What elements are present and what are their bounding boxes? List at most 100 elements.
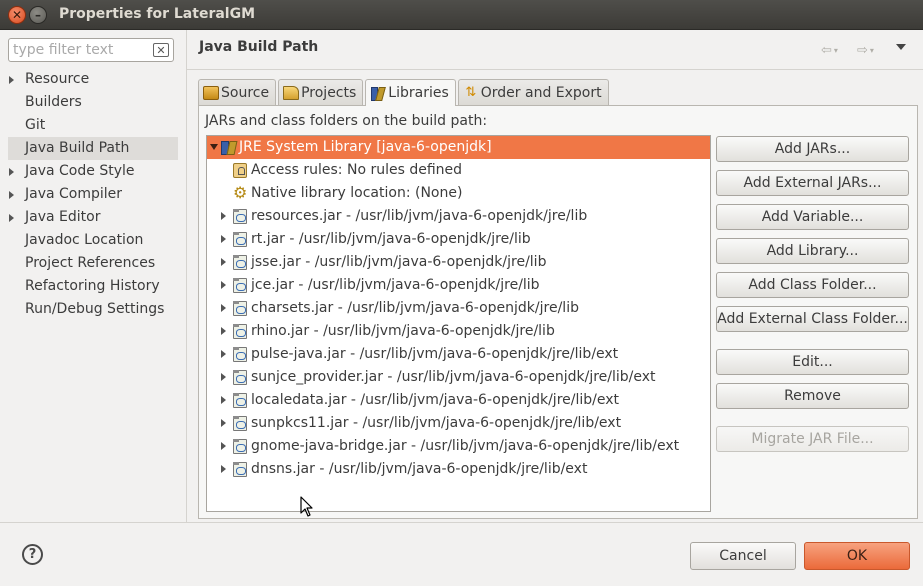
filter-input[interactable]	[13, 41, 149, 59]
tab-label: Order and Export	[480, 84, 602, 101]
expand-arrow-icon[interactable]	[9, 76, 14, 84]
expand-arrow-icon[interactable]	[9, 214, 14, 222]
expand-arrow-icon[interactable]	[221, 419, 226, 427]
add-external-jars-button[interactable]: Add External JARs...	[716, 170, 909, 196]
page-title: Java Build Path	[199, 39, 319, 55]
tree-row[interactable]: JRE System Library [java-6-openjdk]	[207, 136, 710, 159]
tab-order-and-export[interactable]: ⇅ Order and Export	[457, 79, 609, 105]
tree-row-label: localedata.jar - /usr/lib/jvm/java-6-ope…	[251, 392, 619, 408]
sidebar-item-java-build-path[interactable]: Java Build Path	[8, 137, 178, 160]
expand-arrow-icon[interactable]	[221, 465, 226, 473]
jar-icon	[233, 370, 247, 385]
sidebar-item-label: Java Compiler	[25, 186, 123, 202]
tree-row[interactable]: charsets.jar - /usr/lib/jvm/java-6-openj…	[207, 297, 710, 320]
migrate-jar-file-button: Migrate JAR File...	[716, 426, 909, 452]
tree-row[interactable]: Native library location: (None)	[207, 181, 710, 205]
sidebar-item-refactoring-history[interactable]: Refactoring History	[8, 275, 178, 298]
tree-row-label: jsse.jar - /usr/lib/jvm/java-6-openjdk/j…	[251, 254, 547, 270]
tree-row[interactable]: pulse-java.jar - /usr/lib/jvm/java-6-ope…	[207, 343, 710, 366]
jar-icon	[233, 462, 247, 477]
title-bar: ✕ – Properties for LateralGM	[0, 0, 923, 30]
sidebar-item-java-editor[interactable]: Java Editor	[8, 206, 178, 229]
tree-row-label: charsets.jar - /usr/lib/jvm/java-6-openj…	[251, 300, 579, 316]
tree-row-label: rt.jar - /usr/lib/jvm/java-6-openjdk/jre…	[251, 231, 531, 247]
close-window-button[interactable]: ✕	[8, 6, 26, 24]
add-variable-button[interactable]: Add Variable...	[716, 204, 909, 230]
back-dropdown-icon[interactable]: ▾	[834, 46, 838, 55]
clear-filter-icon[interactable]: ✕	[153, 43, 169, 57]
forward-arrow-icon: ⇨	[857, 42, 868, 58]
sidebar-item-git[interactable]: Git	[8, 114, 178, 137]
tree-row[interactable]: sunpkcs11.jar - /usr/lib/jvm/java-6-open…	[207, 412, 710, 435]
sidebar-item-builders[interactable]: Builders	[8, 91, 178, 114]
sidebar-item-label: Git	[25, 117, 46, 133]
add-library-button[interactable]: Add Library...	[716, 238, 909, 264]
jar-icon	[233, 324, 247, 339]
order-export-icon: ⇅	[465, 84, 477, 100]
sidebar-item-label: Builders	[25, 94, 82, 110]
expand-arrow-icon[interactable]	[221, 327, 226, 335]
add-external-class-folder-button[interactable]: Add External Class Folder...	[716, 306, 909, 332]
jar-icon	[233, 255, 247, 270]
expand-arrow-icon[interactable]	[221, 350, 226, 358]
sidebar-item-javadoc-location[interactable]: Javadoc Location	[8, 229, 178, 252]
sidebar-item-resource[interactable]: Resource	[8, 68, 178, 91]
view-menu-icon[interactable]	[896, 44, 906, 50]
tree-row[interactable]: jsse.jar - /usr/lib/jvm/java-6-openjdk/j…	[207, 251, 710, 274]
jar-icon	[233, 439, 247, 454]
tree-row[interactable]: resources.jar - /usr/lib/jvm/java-6-open…	[207, 205, 710, 228]
tree-row[interactable]: gnome-java-bridge.jar - /usr/lib/jvm/jav…	[207, 435, 710, 458]
tree-row[interactable]: jce.jar - /usr/lib/jvm/java-6-openjdk/jr…	[207, 274, 710, 297]
jar-icon	[233, 393, 247, 408]
expand-arrow-icon[interactable]	[221, 396, 226, 404]
minimize-window-button[interactable]: –	[29, 6, 47, 24]
back-button[interactable]: ⇦ ▾	[821, 42, 838, 58]
tree-row-label: gnome-java-bridge.jar - /usr/lib/jvm/jav…	[251, 438, 680, 454]
tree-row[interactable]: dnsns.jar - /usr/lib/jvm/java-6-openjdk/…	[207, 458, 710, 481]
sidebar-item-label: Java Editor	[25, 209, 101, 225]
help-icon[interactable]: ?	[22, 544, 43, 565]
tree-row[interactable]: Access rules: No rules defined	[207, 159, 710, 182]
ok-button[interactable]: OK	[804, 542, 910, 570]
cancel-button[interactable]: Cancel	[690, 542, 796, 570]
expand-arrow-icon[interactable]	[221, 304, 226, 312]
tab-projects[interactable]: Projects	[278, 79, 364, 105]
edit-button[interactable]: Edit...	[716, 349, 909, 375]
sidebar-item-label: Project References	[25, 255, 156, 271]
collapse-arrow-icon[interactable]	[210, 144, 218, 150]
expand-arrow-icon[interactable]	[221, 235, 226, 243]
forward-button[interactable]: ⇨ ▾	[857, 42, 874, 58]
expand-arrow-icon[interactable]	[9, 168, 14, 176]
build-path-tabs: Source Projects Libraries ⇅ Order and Ex…	[198, 79, 611, 106]
remove-button[interactable]: Remove	[716, 383, 909, 409]
tab-label: Projects	[301, 84, 357, 101]
tree-row[interactable]: localedata.jar - /usr/lib/jvm/java-6-ope…	[207, 389, 710, 412]
tree-row[interactable]: rhino.jar - /usr/lib/jvm/java-6-openjdk/…	[207, 320, 710, 343]
sidebar-item-run-debug-settings[interactable]: Run/Debug Settings	[8, 298, 178, 321]
expand-arrow-icon[interactable]	[9, 191, 14, 199]
sidebar-item-java-code-style[interactable]: Java Code Style	[8, 160, 178, 183]
jar-icon	[233, 278, 247, 293]
add-class-folder-button[interactable]: Add Class Folder...	[716, 272, 909, 298]
properties-nav-list: Resource Builders Git Java Build Path Java C…	[8, 68, 178, 321]
tab-label: Source	[221, 84, 270, 101]
expand-arrow-icon[interactable]	[221, 373, 226, 381]
sidebar-item-project-references[interactable]: Project References	[8, 252, 178, 275]
sash-divider[interactable]	[186, 30, 187, 522]
sidebar-item-java-compiler[interactable]: Java Compiler	[8, 183, 178, 206]
window-title: Properties for LateralGM	[59, 6, 256, 22]
build-path-tree[interactable]: JRE System Library [java-6-openjdk] Acces…	[206, 135, 711, 512]
tab-source[interactable]: Source	[198, 79, 277, 105]
expand-arrow-icon[interactable]	[221, 258, 226, 266]
tree-row[interactable]: sunjce_provider.jar - /usr/lib/jvm/java-…	[207, 366, 710, 389]
footer-divider	[0, 522, 923, 523]
add-jars-button[interactable]: Add JARs...	[716, 136, 909, 162]
forward-dropdown-icon[interactable]: ▾	[870, 46, 874, 55]
expand-arrow-icon[interactable]	[221, 442, 226, 450]
tree-row[interactable]: rt.jar - /usr/lib/jvm/java-6-openjdk/jre…	[207, 228, 710, 251]
source-folder-icon	[203, 85, 219, 100]
tab-libraries[interactable]: Libraries	[365, 79, 456, 106]
expand-arrow-icon[interactable]	[221, 281, 226, 289]
expand-arrow-icon[interactable]	[221, 212, 226, 220]
tree-row-label: jce.jar - /usr/lib/jvm/java-6-openjdk/jr…	[251, 277, 540, 293]
